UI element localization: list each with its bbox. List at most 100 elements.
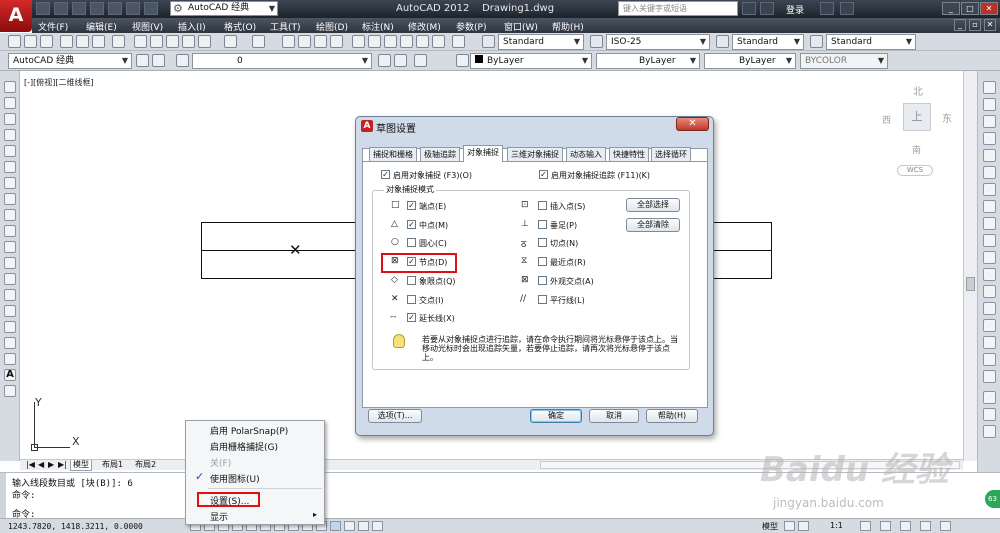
tab-object-snap[interactable]: 对象捕捉	[463, 145, 503, 162]
help-icon[interactable]	[452, 35, 465, 48]
zoom-previous-icon[interactable]	[330, 35, 343, 48]
pan-icon[interactable]	[282, 35, 295, 48]
hatch-icon[interactable]	[4, 305, 16, 317]
menu-dimension[interactable]: 标注(N)	[362, 20, 394, 33]
isolate-objects-icon[interactable]	[920, 521, 931, 531]
intersection-checkbox[interactable]	[407, 295, 416, 304]
print-icon[interactable]	[108, 2, 122, 15]
annotation-visibility-icon[interactable]	[860, 521, 871, 531]
menu-edit[interactable]: 编辑(E)	[86, 20, 117, 33]
menu-item-display[interactable]: 显示	[210, 510, 228, 523]
stretch-icon[interactable]	[983, 217, 996, 230]
search-input[interactable]: 键入关键字或短语	[618, 1, 738, 16]
mirror-icon[interactable]	[983, 115, 996, 128]
quadrant-checkbox[interactable]	[407, 276, 416, 285]
break-at-point-icon[interactable]	[983, 268, 996, 281]
node-checkbox[interactable]: ✓	[407, 257, 416, 266]
layer-select[interactable]: 0 ▼	[192, 53, 372, 69]
clear-all-button[interactable]: 全部清除	[626, 218, 680, 232]
selection-cycling-icon[interactable]	[372, 521, 383, 531]
zoom-icon[interactable]	[983, 391, 996, 404]
tab-3d-object-snap[interactable]: 三维对象捕捉	[507, 147, 563, 161]
help-icon[interactable]	[840, 2, 854, 15]
menu-item-use-icons[interactable]: 使用图标(U)	[210, 472, 260, 485]
tab-layout1[interactable]: 布局1	[100, 460, 125, 470]
menu-window[interactable]: 窗口(W)	[504, 20, 538, 33]
lineweight-select[interactable]: ByLayer ▼	[704, 53, 796, 69]
help-button[interactable]: 帮助(H)	[646, 409, 698, 423]
perpendicular-checkbox[interactable]	[538, 220, 547, 229]
tab-nav-next-icon[interactable]: ▶	[46, 460, 56, 470]
design-center-icon[interactable]	[368, 35, 381, 48]
saveas-icon[interactable]	[90, 2, 104, 15]
explode-icon[interactable]	[983, 370, 996, 383]
extend-icon[interactable]	[983, 251, 996, 264]
break-icon[interactable]	[983, 285, 996, 298]
compass-north[interactable]: 北	[913, 83, 923, 98]
properties-icon[interactable]	[352, 35, 365, 48]
gradient-icon[interactable]	[4, 321, 16, 333]
endpoint-checkbox[interactable]: ✓	[407, 201, 416, 210]
linetype-select[interactable]: ByLayer ▼	[596, 53, 700, 69]
tab-nav-prev-icon[interactable]: ◀	[36, 460, 46, 470]
model-space-toggle[interactable]: 模型	[762, 521, 778, 532]
close-button[interactable]: ✕	[980, 2, 998, 15]
blend-curves-icon[interactable]	[983, 353, 996, 366]
menu-item-off[interactable]: 关(F)	[210, 456, 231, 469]
compass-south[interactable]: 南	[912, 143, 921, 156]
dialog-close-button[interactable]: ✕	[676, 117, 709, 131]
preview-icon[interactable]	[76, 35, 89, 48]
rectangle-icon[interactable]	[4, 145, 16, 157]
workspace-settings-icon[interactable]	[152, 54, 165, 67]
menu-parametric[interactable]: 参数(P)	[456, 20, 486, 33]
tool-palettes-icon[interactable]	[384, 35, 397, 48]
tab-layout2[interactable]: 布局2	[133, 460, 158, 470]
menu-file[interactable]: 文件(F)	[38, 20, 68, 33]
workspace-switch-icon[interactable]	[880, 521, 891, 531]
insertion-checkbox[interactable]	[538, 201, 547, 210]
polyline-icon[interactable]	[4, 113, 16, 125]
view-cube[interactable]: 上	[903, 103, 931, 131]
erase-icon[interactable]	[983, 81, 996, 94]
vertical-scrollbar[interactable]	[963, 71, 977, 461]
tab-quick-properties[interactable]: 快捷特性	[609, 147, 649, 161]
rotate-icon[interactable]	[983, 183, 996, 196]
menu-help[interactable]: 帮助(H)	[552, 20, 584, 33]
quick-properties-icon[interactable]	[358, 521, 369, 531]
new-icon[interactable]	[8, 35, 21, 48]
workspace-dropdown[interactable]: AutoCAD 经典 ▼	[8, 53, 132, 69]
annotation-scale[interactable]: 1:1	[830, 521, 843, 530]
markup-icon[interactable]	[416, 35, 429, 48]
undo-icon[interactable]	[126, 2, 140, 15]
menu-view[interactable]: 视图(V)	[132, 20, 163, 33]
construction-line-icon[interactable]	[4, 97, 16, 109]
block-editor-icon[interactable]	[198, 35, 211, 48]
compass-east[interactable]: 东	[942, 110, 952, 125]
spline-icon[interactable]	[4, 209, 16, 221]
maximize-button[interactable]: □	[961, 2, 979, 15]
user-icon[interactable]	[760, 2, 774, 15]
revision-cloud-icon[interactable]	[4, 193, 16, 205]
mleader-style-select[interactable]: Standard ▼	[826, 34, 916, 50]
doc-minimize-button[interactable]: _	[954, 19, 966, 31]
scale-icon[interactable]	[983, 200, 996, 213]
sheet-set-icon[interactable]	[400, 35, 413, 48]
exchange-icon[interactable]	[820, 2, 834, 15]
scroll-thumb[interactable]	[966, 277, 975, 291]
compass-west[interactable]: 西	[882, 113, 891, 126]
apparent-intersection-checkbox[interactable]	[538, 276, 547, 285]
multiline-text-icon[interactable]: A	[4, 369, 16, 381]
tab-nav-first-icon[interactable]: |◀	[24, 460, 37, 470]
gear-icon[interactable]	[136, 54, 149, 67]
text-style-select[interactable]: Standard ▼	[498, 34, 584, 50]
doc-restore-button[interactable]: ▫	[969, 19, 981, 31]
copy-object-icon[interactable]	[983, 98, 996, 111]
zoom-window-icon[interactable]	[314, 35, 327, 48]
arc-icon[interactable]	[4, 161, 16, 173]
menu-insert[interactable]: 插入(I)	[178, 20, 206, 33]
offset-icon[interactable]	[983, 132, 996, 145]
redo-icon[interactable]	[144, 2, 158, 15]
tab-selection-cycling[interactable]: 选择循环	[651, 147, 691, 161]
undo-icon[interactable]	[224, 35, 237, 48]
cancel-button[interactable]: 取消	[589, 409, 639, 423]
